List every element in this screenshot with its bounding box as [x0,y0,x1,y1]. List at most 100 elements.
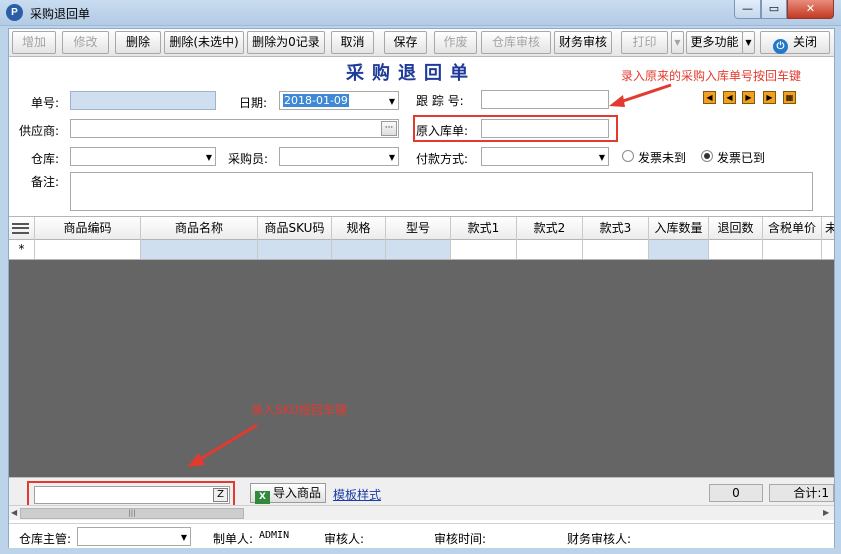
warehouse-manager-dropdown-icon[interactable]: ▼ [181,529,187,546]
col-style2[interactable]: 款式2 [516,217,582,240]
buyer-select[interactable]: ▼ [279,147,399,166]
more-functions-button[interactable]: 更多功能 [686,31,743,54]
col-spec[interactable]: 规格 [331,217,385,240]
tracking-no-input[interactable] [481,90,609,109]
original-receipt-label: 原入库单: [416,124,469,138]
col-style1[interactable]: 款式1 [450,217,516,240]
col-unit-price-tax[interactable]: 含税单价 [762,217,821,240]
grid-cell[interactable] [385,240,450,259]
import-products-button[interactable]: X 导入商品 [250,483,327,504]
invoice-arrived-radio[interactable] [701,150,713,162]
buyer-dropdown-icon[interactable]: ▼ [389,149,395,166]
warehouse-dropdown-icon[interactable]: ▼ [206,149,212,166]
new-row-marker: * [18,242,25,256]
grid-cell[interactable] [450,240,516,259]
first-record-icon[interactable]: ◀ [703,91,716,104]
cancel-button[interactable]: 取消 [331,31,374,54]
grid-cell[interactable] [257,240,331,259]
void-button[interactable]: 作废 [434,31,477,54]
supplier-lookup-button[interactable]: ··· [381,121,397,136]
date-dropdown-icon[interactable]: ▼ [389,93,395,110]
invoice-arrived-label[interactable]: 发票已到 [717,149,765,166]
scroll-left-icon[interactable]: ◀ [11,508,17,517]
grid-cell[interactable] [140,240,257,259]
edit-button[interactable]: 修改 [62,31,109,54]
horizontal-scrollbar[interactable]: ◀ ||| ▶ [9,505,834,520]
delete-button[interactable]: 删除 [115,31,161,54]
delete-unselected-button[interactable]: 删除(未选中) [164,31,244,54]
grid-header: 商品编码 商品名称 商品SKU码 规格 型号 款式1 款式2 款式3 入库数量 … [9,216,834,240]
maker-value: ADMIN [259,530,290,541]
grid-cell[interactable] [34,240,140,259]
supplier-input[interactable]: ··· [70,119,399,138]
window-title: 采购退回单 [30,7,91,21]
finance-audit-button[interactable]: 财务审核 [554,31,612,54]
import-products-label: 导入商品 [273,486,322,500]
sku-entry-input[interactable]: Z [34,486,230,504]
add-button[interactable]: 增加 [12,31,56,54]
window-close-button[interactable]: ✕ [787,0,834,19]
grid-cell[interactable] [648,240,708,259]
order-no-input[interactable] [70,91,216,110]
col-product-name[interactable]: 商品名称 [140,217,257,240]
col-product-code[interactable]: 商品编码 [34,217,140,240]
annotation-top-arrow [609,83,672,107]
warehouse-manager-select[interactable]: ▼ [77,527,191,546]
grid-body[interactable] [9,260,834,477]
reviewer-label: 审核人: [324,532,365,546]
date-picker[interactable]: 2018-01-09 ▼ [279,91,399,110]
delete-zero-records-button[interactable]: 删除为0记录 [247,31,325,54]
template-style-link[interactable]: 模板样式 [333,486,381,503]
col-model[interactable]: 型号 [385,217,450,240]
warehouse-audit-button[interactable]: 仓库审核 [481,31,551,54]
more-dropdown-icon[interactable]: ▼ [742,31,755,54]
signature-bar: 仓库主管: ▼ 制单人: ADMIN 审核人: 审核时间: 财务审核人: [9,523,834,548]
col-sku[interactable]: 商品SKU码 [257,217,331,240]
warehouse-label: 仓库: [31,152,60,166]
annotation-bottom-arrow [187,423,258,467]
scrollbar-thumb[interactable]: ||| [20,508,244,519]
payment-method-select[interactable]: ▼ [481,147,609,166]
next-record-icon[interactable]: ▶ [742,91,755,104]
print-button[interactable]: 打印 [621,31,668,54]
original-receipt-input[interactable] [481,119,609,138]
invoice-not-arrived-label[interactable]: 发票未到 [638,149,686,166]
payment-dropdown-icon[interactable]: ▼ [599,149,605,166]
grid-view-icon[interactable]: ▦ [783,91,796,104]
z-button[interactable]: Z [213,488,228,502]
remark-textarea[interactable] [70,172,813,211]
grid-cell[interactable] [582,240,648,259]
maximize-button[interactable]: ▭ [761,0,787,19]
col-return-qty[interactable]: 退回数 [708,217,762,240]
grid-cell[interactable] [516,240,582,259]
close-button-label: 关闭 [792,35,817,49]
save-button[interactable]: 保存 [384,31,427,54]
annotation-bottom-text: 录入SKU按回车键 [251,403,347,417]
close-button[interactable]: ⏻ 关闭 [760,31,830,54]
app-logo-icon: P [6,4,23,21]
grid-cell[interactable] [331,240,385,259]
power-icon: ⏻ [772,39,788,54]
warehouse-select[interactable]: ▼ [70,147,216,166]
col-style3[interactable]: 款式3 [582,217,648,240]
scroll-right-icon[interactable]: ▶ [823,508,829,517]
invoice-not-arrived-radio[interactable] [622,150,634,162]
buyer-label: 采购员: [228,152,269,166]
grid-footer: Z X 导入商品 模板样式 0 合计:1 [9,477,834,509]
grid-cell[interactable] [821,240,834,259]
print-dropdown-icon[interactable]: ▼ [671,31,684,54]
date-value: 2018-01-09 [283,94,349,107]
grid-new-row[interactable]: * [9,240,834,260]
grid-row-menu[interactable] [9,217,34,240]
excel-icon: X [255,491,270,504]
prev-record-icon[interactable]: ◀ [723,91,736,104]
minimize-button[interactable]: — [734,0,761,19]
col-truncated[interactable]: 未 [821,217,834,240]
last-record-icon[interactable]: ▶ [763,91,776,104]
tracking-no-label: 跟 踪 号: [416,94,464,108]
toolbar: 增加 修改 删除 删除(未选中) 删除为0记录 取消 保存 作废 仓库审核 财务… [9,29,834,57]
col-received-qty[interactable]: 入库数量 [648,217,708,240]
grid-cell[interactable] [762,240,821,259]
grid-cell[interactable] [708,240,762,259]
row-menu-icon [12,223,29,234]
